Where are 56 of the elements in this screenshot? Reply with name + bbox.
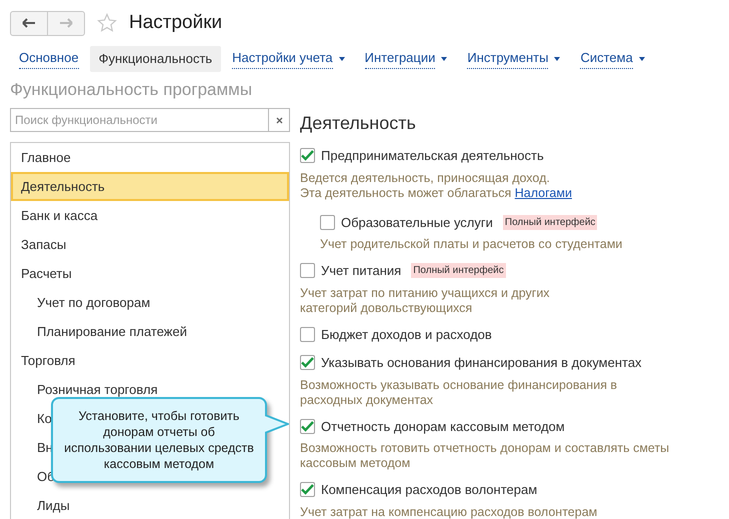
checkbox[interactable] [320, 214, 335, 230]
callout-text: Установите, чтобы готовить донорам отчеты об использовании целевых средств кассовым методом [64, 408, 254, 472]
tab[interactable]: Основное [10, 46, 88, 72]
option-description: Учет родительской платы и расчетов со студентами [320, 237, 624, 252]
tab[interactable]: Функциональность [90, 46, 222, 72]
checkbox[interactable] [300, 355, 315, 370]
option-description: Учет затрат по питанию учащихся и других категорий довольствующихся [300, 286, 551, 316]
window-title: Настройки [129, 11, 222, 35]
section-item[interactable]: Деятельность [11, 172, 289, 201]
caret-icon [338, 56, 345, 60]
tab[interactable]: Настройки учета [223, 46, 354, 72]
taxes-link[interactable]: Налогами [514, 186, 572, 200]
option-label[interactable]: Образовательные услуги [341, 212, 493, 232]
option-description: Учет затрат на компенсацию расходов волонтерам [300, 504, 598, 519]
tab[interactable]: Инструменты [458, 46, 570, 72]
checkbox[interactable] [300, 482, 315, 498]
section-item[interactable]: Планирование платежей [11, 317, 289, 346]
checkmark-icon [301, 484, 314, 496]
option-description: Возможность готовить отчетность донорам и составлять сметы кассовым методом [300, 441, 670, 471]
close-icon[interactable] [276, 116, 282, 124]
checkmark-icon [301, 420, 314, 432]
option-label[interactable]: Отчетность донорам кассовым методом [321, 416, 565, 436]
option-label[interactable]: Учет питания [321, 261, 402, 280]
tab[interactable]: Интеграции [356, 46, 456, 72]
option-label[interactable]: Указывать основания финансирования в документах [321, 353, 642, 372]
left-arrow-icon [22, 18, 36, 28]
checkbox[interactable] [300, 418, 315, 434]
checkbox[interactable] [300, 263, 315, 278]
option-label[interactable]: Бюджет доходов и расходов [321, 324, 492, 344]
section-item[interactable]: Торговля [11, 346, 289, 375]
caret-icon [441, 56, 448, 60]
checkmark-icon [301, 150, 314, 162]
checkmark-icon [301, 357, 314, 368]
option-description: Ведется деятельность, приносящая доход. Эта деятельность может облагаться Налогами [300, 170, 573, 200]
section-item[interactable]: Расчеты [11, 259, 289, 288]
checkbox[interactable] [300, 326, 315, 342]
section-item[interactable]: Учет по договорам [11, 288, 289, 317]
search-input[interactable]: Поиск функциональности [11, 109, 268, 131]
option-description: Возможность указывать основание финансирования в расходных документах [300, 378, 618, 408]
right-arrow-icon [59, 18, 73, 28]
interface-badge: Полный интерфейс [502, 214, 598, 230]
option-label[interactable]: Компенсация расходов волонтерам [321, 480, 538, 500]
section-item[interactable]: Главное [11, 143, 289, 172]
tab[interactable]: Система [571, 46, 654, 72]
section-item[interactable]: Запасы [11, 230, 289, 259]
interface-badge: Полный интерфейс [411, 263, 506, 278]
panel-title: Деятельность [300, 112, 417, 135]
star-icon[interactable] [97, 13, 117, 34]
section-item[interactable]: Банк и касса [11, 201, 289, 230]
search-field[interactable]: Поиск функциональности [10, 108, 290, 132]
caret-icon [554, 56, 560, 60]
checkbox[interactable] [300, 148, 315, 164]
caret-icon [638, 56, 645, 60]
option-label[interactable]: Предпринимательская деятельность [321, 146, 544, 166]
section-item[interactable]: Лиды [11, 491, 289, 519]
page-heading: Функциональность программы [9, 78, 254, 100]
